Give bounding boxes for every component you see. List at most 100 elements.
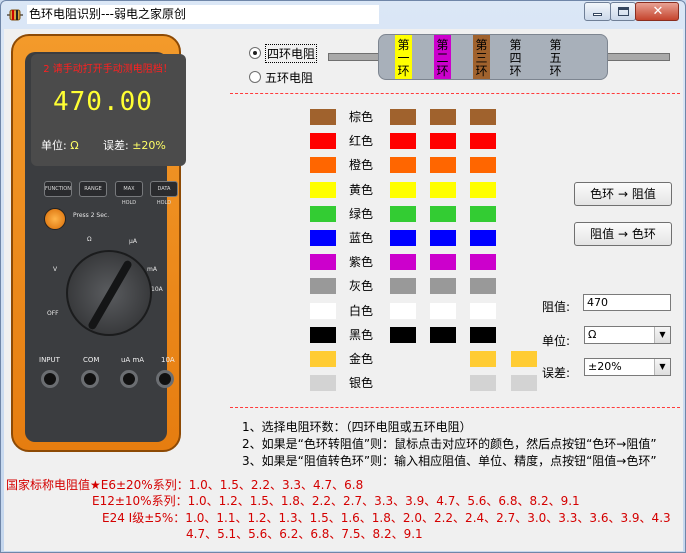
band-color-swatch[interactable] <box>470 182 496 198</box>
meter-mark-10a: 10A <box>151 286 163 293</box>
color-name-label: 黑色 <box>349 328 374 342</box>
band-color-swatch[interactable] <box>430 206 456 222</box>
resistor-band-2[interactable]: 第 二 环 <box>434 35 451 79</box>
band-color-swatch[interactable] <box>390 278 416 294</box>
resistor-lead-right <box>606 53 670 61</box>
resistor-lead-left <box>328 53 380 61</box>
instruction-2: 2、如果是“色环转阻值”则：鼠标点击对应环的颜色，然后点按钮“色环→阻值” <box>242 437 657 451</box>
meter-mark-ma: mA <box>147 266 157 273</box>
lcd-unit-row: 单位: Ω <box>41 137 79 153</box>
color-to-value-button[interactable]: 色环 → 阻值 <box>574 182 672 206</box>
tolerance-label: 误差: <box>542 366 571 380</box>
band-color-swatch[interactable] <box>430 109 456 125</box>
unit-select[interactable]: Ω ▼ <box>584 326 671 344</box>
color-name-label: 棕色 <box>349 110 374 124</box>
resistor-body: 第 一 环 第 二 环 第 三 环 第 四 环 第 五 环 <box>378 34 608 80</box>
band-color-swatch[interactable] <box>390 109 416 125</box>
legend-swatch <box>310 206 336 222</box>
band-color-swatch[interactable] <box>470 157 496 173</box>
instruction-1: 1、选择电阻环数：（四环电阻或五环电阻） <box>242 420 472 434</box>
band-color-swatch[interactable] <box>430 182 456 198</box>
resistor-band-1[interactable]: 第 一 环 <box>395 35 412 79</box>
resistor-band-3[interactable]: 第 三 环 <box>473 35 490 79</box>
legend-swatch <box>310 375 336 391</box>
legend-swatch <box>310 254 336 270</box>
resistor-app-icon <box>7 9 23 21</box>
title-bar[interactable]: 色环电阻识别---弱电之家原创 ✕ <box>1 1 685 29</box>
radio-five-ring-label[interactable]: 五环电阻 <box>265 69 313 86</box>
value-to-color-button[interactable]: 阻值 → 色环 <box>574 222 672 246</box>
meter-range-key: RANGE <box>79 181 107 197</box>
meter-function-key: FUNCTION <box>44 181 72 197</box>
unit-label: 单位: <box>542 334 571 348</box>
band-color-swatch[interactable] <box>430 278 456 294</box>
resistance-input[interactable]: 470 <box>583 294 671 311</box>
maximize-button[interactable] <box>610 2 636 21</box>
color-name-label: 绿色 <box>349 207 374 221</box>
band-color-swatch[interactable] <box>470 351 496 367</box>
band-color-swatch[interactable] <box>390 327 416 343</box>
band-color-swatch[interactable] <box>390 157 416 173</box>
meter-jack <box>81 370 99 388</box>
legend-swatch <box>310 109 336 125</box>
resistor-band-5[interactable]: 第 五 环 <box>547 35 564 79</box>
band-color-swatch[interactable] <box>470 230 496 246</box>
meter-orange-button <box>44 208 66 230</box>
band-color-swatch[interactable] <box>470 375 496 391</box>
band-color-swatch[interactable] <box>390 303 416 319</box>
band-color-swatch[interactable] <box>430 327 456 343</box>
lcd-tolerance-row: 误差: ±20% <box>103 137 166 153</box>
tolerance-select-value: ±20% <box>588 360 622 373</box>
band-color-swatch[interactable] <box>430 303 456 319</box>
color-name-label: 金色 <box>349 352 374 366</box>
radio-five-ring[interactable]: 五环电阻 <box>249 69 313 85</box>
color-name-label: 红色 <box>349 134 374 148</box>
legend-swatch <box>310 157 336 173</box>
chevron-down-icon[interactable]: ▼ <box>654 327 670 343</box>
lcd-resistance-value: 470.00 <box>53 87 153 117</box>
band-color-swatch[interactable] <box>470 278 496 294</box>
close-button[interactable]: ✕ <box>635 2 679 21</box>
legend-swatch <box>310 182 336 198</box>
band-color-swatch[interactable] <box>511 375 537 391</box>
chevron-down-icon[interactable]: ▼ <box>654 359 670 375</box>
meter-data-hold-key: DATA HOLD <box>150 181 178 206</box>
band-color-swatch[interactable] <box>430 230 456 246</box>
radio-four-ring-indicator[interactable] <box>249 47 261 59</box>
band-color-swatch[interactable] <box>390 254 416 270</box>
band-color-swatch[interactable] <box>470 254 496 270</box>
color-name-label: 蓝色 <box>349 231 374 245</box>
band-color-swatch[interactable] <box>390 133 416 149</box>
meter-jack <box>41 370 59 388</box>
meter-dial-pointer <box>87 259 133 331</box>
band-color-swatch[interactable] <box>430 157 456 173</box>
radio-four-ring-label[interactable]: 四环电阻 <box>265 43 318 63</box>
band-color-swatch[interactable] <box>390 230 416 246</box>
radio-four-ring[interactable]: 四环电阻 <box>249 43 318 63</box>
close-icon: ✕ <box>652 4 664 19</box>
tolerance-select[interactable]: ±20% ▼ <box>584 358 671 376</box>
band-color-swatch[interactable] <box>390 182 416 198</box>
client-area: 2 请手动打开手动测电阻档！ 470.00 单位: Ω 误差: ±20% FUN… <box>4 29 683 551</box>
resistor-graphic: 第 一 环 第 二 环 第 三 环 第 四 环 第 五 环 <box>328 34 673 80</box>
multimeter-illustration: 2 请手动打开手动测电阻档！ 470.00 单位: Ω 误差: ±20% FUN… <box>11 34 186 452</box>
band-color-swatch[interactable] <box>430 133 456 149</box>
band-color-swatch[interactable] <box>470 327 496 343</box>
band-color-swatch[interactable] <box>470 206 496 222</box>
resistor-band-4[interactable]: 第 四 环 <box>507 35 524 79</box>
series-e24: E24 I级±5%：1.0、1.1、1.2、1.3、1.5、1.6、1.8、2.… <box>102 511 671 525</box>
meter-jack <box>120 370 138 388</box>
color-name-label: 银色 <box>349 376 374 390</box>
band-color-swatch[interactable] <box>430 254 456 270</box>
legend-swatch <box>310 230 336 246</box>
band-color-swatch[interactable] <box>470 303 496 319</box>
radio-five-ring-indicator[interactable] <box>249 71 261 83</box>
band-color-swatch[interactable] <box>390 206 416 222</box>
lcd-tolerance-label: 误差: <box>103 139 129 152</box>
color-name-label: 黄色 <box>349 183 374 197</box>
band-color-swatch[interactable] <box>511 351 537 367</box>
minimize-button[interactable] <box>584 2 611 21</box>
band-color-swatch[interactable] <box>470 109 496 125</box>
band-color-swatch[interactable] <box>470 133 496 149</box>
instruction-3: 3、如果是“阻值转色环”则：输入相应阻值、单位、精度，点按钮“阻值→色环” <box>242 454 657 468</box>
